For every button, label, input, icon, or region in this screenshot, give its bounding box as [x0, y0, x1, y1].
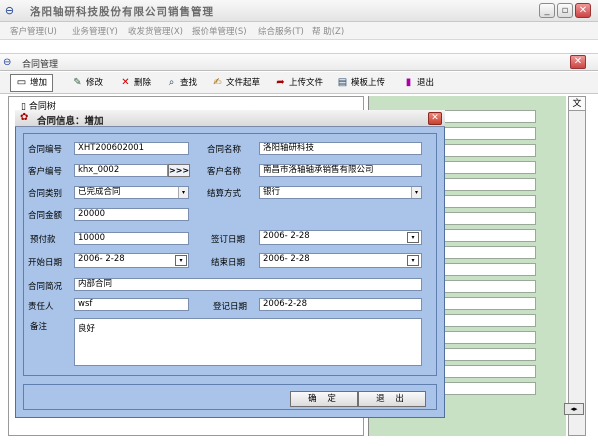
summary-field[interactable]: 内部合同: [74, 278, 422, 291]
chevron-down-icon[interactable]: ▾: [175, 255, 187, 266]
contract-no-label: 合同编号: [28, 145, 63, 155]
reg-date-field[interactable]: 2006-2-28: [259, 298, 422, 311]
app-title-bar: ⊖ 洛阳轴研科技股份有限公司销售管理 _ ▫ ✕: [0, 0, 598, 22]
owner-label: 责任人: [28, 302, 54, 312]
window-icon: ⊖: [3, 57, 12, 68]
chevron-down-icon[interactable]: ▾: [407, 232, 419, 243]
menu-service[interactable]: 综合服务(T): [258, 25, 304, 37]
child-window-title: 合同管理: [22, 60, 59, 70]
chevron-down-icon[interactable]: ▾: [407, 255, 419, 266]
sign-date-value: 2006- 2-28: [263, 231, 310, 241]
contract-no-field[interactable]: XHT200602001: [74, 142, 189, 155]
exit-button[interactable]: ▮ 退出: [397, 74, 439, 92]
sign-date-label: 签订日期: [211, 235, 246, 245]
edit-icon: ✎: [73, 77, 82, 88]
dialog-title-bar: ✿ 合同信息：增加: [15, 110, 445, 127]
add-icon: ▭: [16, 77, 27, 88]
menu-business[interactable]: 业务管理(Y): [72, 25, 118, 37]
search-icon: ⌕: [168, 77, 175, 88]
contract-type-select[interactable]: 已完成合同: [74, 186, 189, 199]
template-upload-button[interactable]: ▤ 模板上传: [331, 74, 391, 92]
remark-label: 备注: [30, 322, 48, 332]
draft-icon: ✍: [213, 77, 222, 88]
prepay-field[interactable]: 10000: [74, 232, 189, 245]
menu-bar: 客户管理(U) 业务管理(Y) 收发货管理(X) 报价单管理(S) 综合服务(T…: [0, 22, 598, 40]
close-button[interactable]: ✕: [575, 3, 591, 18]
chevron-down-icon[interactable]: ▾: [411, 187, 421, 198]
menu-quotation[interactable]: 报价单管理(S): [192, 25, 247, 37]
menu-help[interactable]: 帮 助(Z): [312, 25, 344, 37]
start-date-label: 开始日期: [28, 258, 63, 268]
toolbar: ▭ 增加 ✎ 修改 ✕ 删除 ⌕ 查找 ✍ 文件起草 ➦ 上传文件 ▤ 模板上传 ▮ 退出: [0, 72, 598, 94]
customer-no-label: 客户编号: [28, 167, 63, 177]
sign-date-picker[interactable]: 2006- 2-28: [259, 230, 422, 245]
reg-date-label: 登记日期: [213, 302, 248, 312]
exit-icon: ▮: [405, 77, 412, 88]
start-date-value: 2006- 2-28: [78, 254, 125, 264]
draft-button[interactable]: ✍ 文件起草: [206, 74, 266, 92]
dialog-icon: ✿: [20, 112, 29, 123]
contract-name-label: 合同名称: [207, 145, 242, 155]
app-title: 洛阳轴研科技股份有限公司销售管理: [30, 6, 214, 18]
dialog-close-button[interactable]: ✕: [428, 112, 442, 125]
minimize-button[interactable]: _: [539, 3, 555, 18]
start-date-picker[interactable]: 2006- 2-28: [74, 253, 189, 268]
remark-textarea[interactable]: 良好: [74, 318, 422, 366]
template-icon: ▤: [337, 77, 348, 88]
menu-shipping[interactable]: 收发货管理(X): [128, 25, 183, 37]
restore-button[interactable]: ▫: [557, 3, 573, 18]
owner-field[interactable]: wsf: [74, 298, 189, 311]
chevron-down-icon[interactable]: ▾: [178, 187, 188, 198]
delete-button[interactable]: ✕ 删除: [114, 74, 156, 92]
contract-name-field[interactable]: 洛阳轴研科技: [259, 142, 422, 155]
child-window-title-bar: ⊖ 合同管理: [0, 53, 598, 71]
app-icon: ⊖: [4, 4, 15, 17]
end-date-label: 结束日期: [211, 258, 246, 268]
menu-customer[interactable]: 客户管理(U): [10, 25, 57, 37]
add-button[interactable]: ▭ 增加: [10, 74, 53, 92]
settlement-label: 结算方式: [207, 189, 242, 199]
end-date-value: 2006- 2-28: [263, 254, 310, 264]
prepay-label: 预付款: [30, 235, 56, 245]
horizontal-scroll-arrows[interactable]: ◂▸: [564, 403, 584, 415]
customer-name-label: 客户名称: [207, 167, 242, 177]
search-button[interactable]: ⌕ 查找: [160, 74, 202, 92]
delete-icon: ✕: [121, 77, 130, 88]
summary-label: 合同简况: [28, 282, 63, 292]
cancel-button[interactable]: 退 出: [358, 391, 426, 407]
ok-button[interactable]: 确 定: [290, 391, 358, 407]
upload-button[interactable]: ➦ 上传文件: [269, 74, 329, 92]
child-close-button[interactable]: ✕: [570, 55, 586, 69]
edit-button[interactable]: ✎ 修改: [66, 74, 108, 92]
settlement-value: 银行: [263, 187, 281, 197]
customer-pick-button[interactable]: >>>: [168, 164, 190, 177]
upload-icon: ➦: [276, 77, 285, 88]
customer-name-field[interactable]: 南昌市洛轴轴承销售有限公司: [259, 164, 422, 177]
amount-label: 合同金额: [28, 211, 63, 221]
settlement-select[interactable]: 银行: [259, 186, 422, 199]
contract-type-value: 已完成合同: [78, 187, 121, 197]
vertical-scrollbar[interactable]: 文: [568, 96, 586, 436]
customer-no-field[interactable]: khx_0002: [74, 164, 168, 177]
dialog-title: 合同信息：增加: [37, 116, 104, 127]
contract-type-label: 合同类别: [28, 189, 63, 199]
column-header: 文: [569, 97, 585, 111]
end-date-picker[interactable]: 2006- 2-28: [259, 253, 422, 268]
amount-field[interactable]: 20000: [74, 208, 189, 221]
